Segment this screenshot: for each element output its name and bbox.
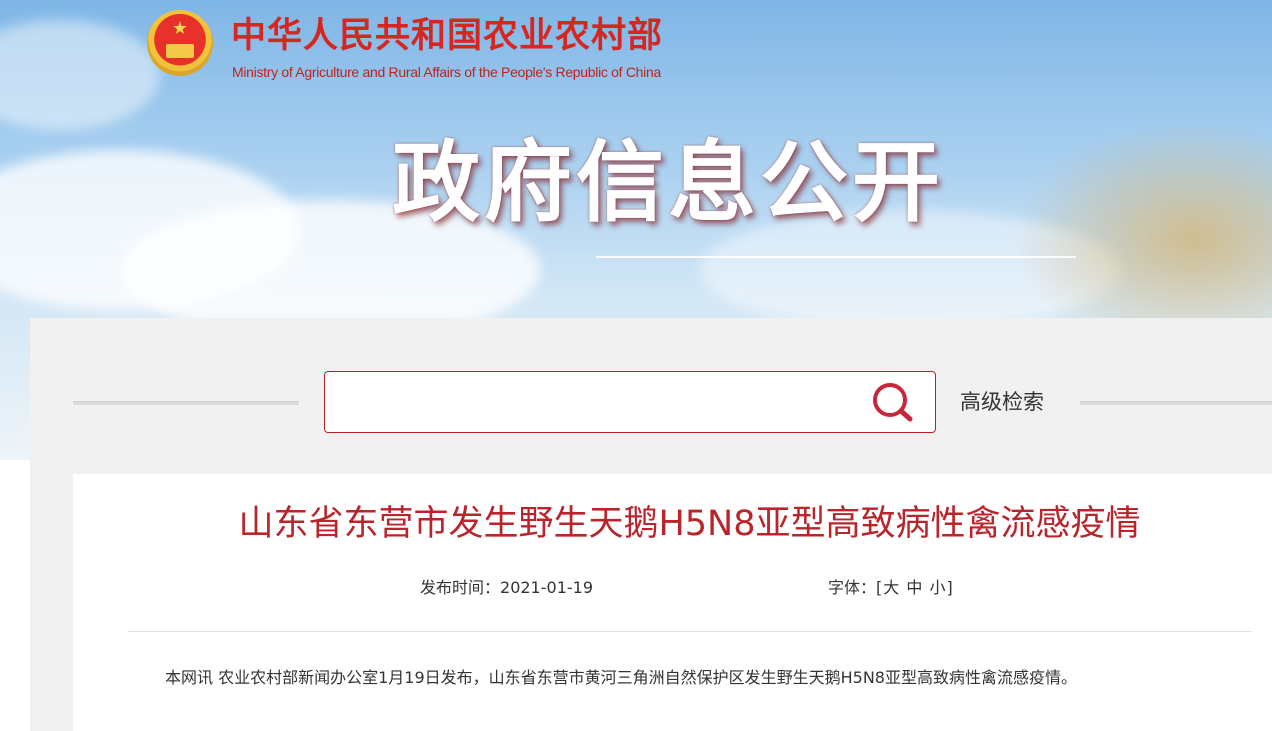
search-button[interactable] (868, 380, 916, 424)
banner-cloud (0, 20, 160, 130)
font-bracket-close: ] (946, 578, 953, 597)
advanced-search-link[interactable]: 高级检索 (960, 386, 1044, 418)
article-divider (128, 631, 1252, 632)
ministry-name-cn: 中华人民共和国农业农村部 (231, 15, 664, 56)
article-body: 本网讯 农业农村部新闻办公室1月19日发布，山东省东营市黄河三角洲自然保护区发生… (165, 668, 1077, 687)
national-emblem-icon: ★ (147, 10, 213, 76)
ministry-name-en: Ministry of Agriculture and Rural Affair… (232, 64, 661, 80)
font-size-control: 字体：[大 中 小] (828, 576, 953, 600)
search-right-divider (1080, 401, 1272, 405)
publish-date: 2021-01-19 (500, 578, 593, 597)
gate-icon (166, 44, 194, 58)
publish-label: 发布时间： (420, 578, 501, 597)
article-title: 山东省东营市发生野生天鹅H5N8亚型高致病性禽流感疫情 (238, 504, 1141, 544)
font-medium-button[interactable]: 中 (905, 578, 923, 597)
wheat-decoration (1012, 120, 1272, 320)
font-small-button[interactable]: 小 (928, 578, 946, 597)
search-icon (873, 383, 913, 422)
star-icon: ★ (171, 18, 189, 39)
search-left-divider (73, 401, 299, 405)
font-label: 字体： (828, 578, 877, 597)
publish-info: 发布时间：2021-01-19 (420, 576, 593, 600)
search-box (324, 371, 936, 433)
search-input[interactable] (335, 382, 859, 424)
article-card: 山东省东营市发生野生天鹅H5N8亚型高致病性禽流感疫情 发布时间：2021-01… (73, 474, 1272, 731)
title-underline (596, 256, 1076, 258)
section-title: 政府信息公开 (392, 131, 945, 234)
font-large-button[interactable]: 大 (882, 578, 900, 597)
